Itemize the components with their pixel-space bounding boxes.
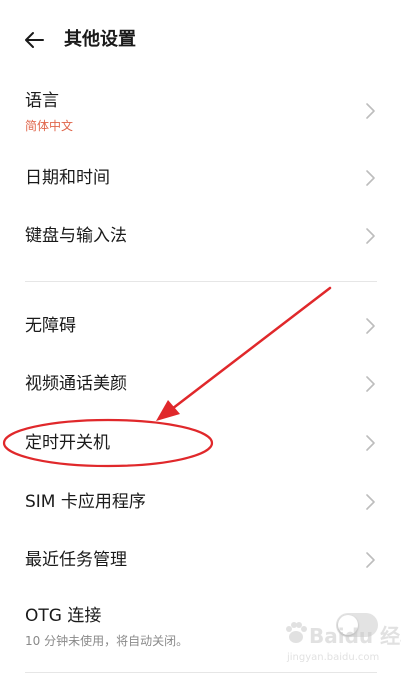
settings-item-language[interactable]: 语言 简体中文: [0, 82, 401, 140]
settings-item-label: OTG 连接: [25, 606, 102, 626]
settings-item-subtitle: 10 分钟未使用，将自动关闭。: [25, 634, 189, 648]
settings-item-label: SIM 卡应用程序: [25, 492, 146, 512]
top-bar: 其他设置: [0, 0, 401, 80]
chevron-right-icon: [366, 435, 375, 451]
settings-item-subtitle: 简体中文: [25, 119, 74, 133]
chevron-right-icon: [366, 228, 375, 244]
settings-item-label: 最近任务管理: [25, 550, 127, 570]
settings-item-label: 语言: [25, 91, 59, 111]
settings-item-date-time[interactable]: 日期和时间: [0, 150, 401, 204]
chevron-right-icon: [366, 318, 375, 334]
settings-item-scheduled-power[interactable]: 定时开关机: [0, 415, 401, 469]
settings-item-video-call-beauty[interactable]: 视频通话美颜: [0, 356, 401, 410]
chevron-right-icon: [366, 170, 375, 186]
settings-item-label: 键盘与输入法: [25, 226, 127, 246]
chevron-right-icon: [366, 552, 375, 568]
settings-item-accessibility[interactable]: 无障碍: [0, 298, 401, 352]
settings-item-label: 定时开关机: [25, 433, 110, 453]
chevron-right-icon: [366, 376, 375, 392]
baidu-jingyan-watermark: Baidu 经验 jingyan.baidu.com: [283, 612, 401, 672]
paw-icon: [286, 622, 307, 643]
settings-item-sim-apps[interactable]: SIM 卡应用程序: [0, 474, 401, 528]
page-title: 其他设置: [64, 29, 136, 50]
settings-item-recent-tasks[interactable]: 最近任务管理: [0, 532, 401, 586]
section-divider: [25, 281, 377, 282]
chevron-right-icon: [366, 494, 375, 510]
watermark-text: Baidu 经验: [309, 624, 401, 648]
chevron-right-icon: [366, 103, 375, 119]
settings-item-label: 无障碍: [25, 316, 76, 336]
settings-item-label: 视频通话美颜: [25, 374, 127, 394]
watermark-url: jingyan.baidu.com: [287, 652, 380, 663]
back-arrow-icon[interactable]: [22, 28, 46, 52]
settings-item-label: 日期和时间: [25, 168, 110, 188]
settings-item-keyboard-input[interactable]: 键盘与输入法: [0, 208, 401, 262]
section-divider: [25, 672, 377, 673]
